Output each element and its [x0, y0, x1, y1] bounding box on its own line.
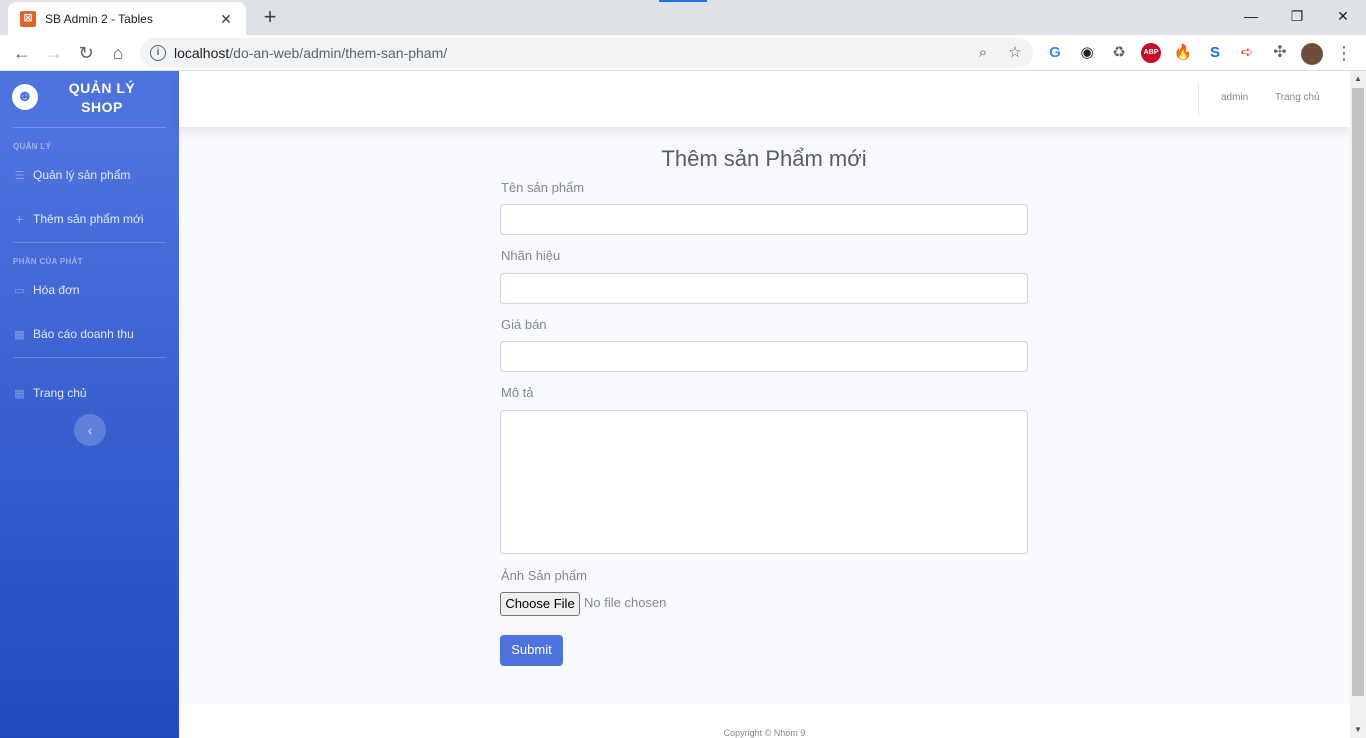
profile-avatar[interactable] [1298, 39, 1326, 67]
sidebar-item-add-product[interactable]: + Thêm sản phẩm mới [0, 204, 179, 234]
price-input[interactable] [500, 341, 1028, 372]
topbar-user-link[interactable]: admin [1221, 92, 1248, 103]
topbar-home-link[interactable]: Trang chủ [1275, 92, 1320, 103]
sidebar-item-home[interactable]: ▦ Trang chủ [0, 378, 179, 408]
xampp-favicon-icon: ⊠ [20, 10, 36, 27]
sidebar-heading-phat: PHẦN CỦA PHÁT [13, 257, 83, 266]
sidebar-item-label: Trang chủ [33, 386, 87, 400]
list-icon: ☰ [14, 169, 25, 182]
topbar: admin Trang chủ [179, 71, 1350, 127]
tab-title: SB Admin 2 - Tables [45, 11, 153, 26]
product-name-label: Tên sản phẩm [501, 180, 585, 195]
copyright-text: Copyright © Nhóm 9 [723, 728, 806, 738]
recycle-ext-icon[interactable]: ♻ [1109, 43, 1129, 63]
table-icon: ▦ [14, 328, 25, 341]
scrollbar-thumb[interactable] [1352, 88, 1364, 696]
page-title: Thêm sản Phẩm mới [661, 146, 867, 171]
home-icon[interactable]: ⌂ [104, 39, 132, 67]
back-icon[interactable]: ← [8, 39, 36, 67]
window-close-icon[interactable]: ✕ [1320, 3, 1366, 29]
page-content: ☻ QUẢN LÝ SHOP QUẢN LÝ ☰ Quản lý sản phẩ… [0, 71, 1350, 738]
arrow-ext-icon[interactable]: ➪ [1237, 43, 1257, 63]
url-host: localhost [174, 45, 230, 61]
restore-icon[interactable]: ❐ [1274, 3, 1320, 29]
table-icon: ▦ [14, 387, 25, 400]
eye-off-ext-icon[interactable]: ◉ [1077, 43, 1097, 63]
topbar-divider [1198, 83, 1199, 115]
s-ext-icon[interactable]: S [1205, 43, 1225, 63]
translate-ext-icon[interactable]: G [1045, 43, 1065, 63]
description-label: Mô tả [501, 385, 534, 400]
address-bar[interactable]: i localhost/do-an-web/admin/them-san-pha… [140, 38, 1033, 68]
forward-icon[interactable]: → [40, 39, 68, 67]
sidebar-divider [13, 127, 166, 128]
plus-icon: + [15, 211, 24, 227]
product-image-label: Ảnh Sản phẩm [501, 568, 588, 583]
sidebar-item-label: Hóa đơn [33, 283, 80, 297]
sidebar-item-products[interactable]: ☰ Quản lý sản phẩm [0, 160, 179, 190]
product-name-input[interactable] [500, 204, 1028, 235]
laugh-wink-icon: ☻ [9, 81, 41, 113]
extensions-puzzle-icon[interactable]: ✣ [1266, 39, 1294, 67]
description-textarea[interactable] [500, 410, 1028, 554]
brand-label: Nhãn hiệu [501, 248, 561, 263]
minimize-icon[interactable]: — [1228, 3, 1274, 29]
sidebar-heading-manage: QUẢN LÝ [13, 142, 52, 151]
money-bill-icon: ▭ [14, 284, 25, 297]
scroll-up-icon[interactable]: ▲ [1350, 71, 1366, 87]
sidebar-item-label: Quản lý sản phẩm [33, 168, 131, 182]
brand-input[interactable] [500, 273, 1028, 304]
sidebar-item-invoices[interactable]: ▭ Hóa đơn [0, 275, 179, 305]
site-info-icon[interactable]: i [150, 45, 166, 61]
sidebar-divider [13, 242, 166, 243]
chevron-left-icon: ‹ [87, 422, 93, 438]
submit-button[interactable]: Submit [500, 635, 563, 666]
new-tab-icon[interactable]: + [258, 5, 282, 29]
file-status-text: No file chosen [584, 595, 667, 610]
chrome-menu-icon[interactable]: ⋮ [1330, 39, 1358, 67]
zoom-icon[interactable]: ⌕ [973, 43, 993, 63]
scroll-down-icon[interactable]: ▼ [1350, 722, 1366, 738]
url-path: /do-an-web/admin/them-san-pham/ [229, 45, 448, 61]
fire-ext-icon[interactable]: 🔥 [1173, 43, 1193, 63]
tab-close-icon[interactable]: ✕ [218, 11, 234, 27]
reload-icon[interactable]: ↻ [72, 39, 100, 67]
sidebar-toggle-button[interactable]: ‹ [74, 414, 106, 446]
sidebar-item-label: Báo cáo doanh thu [33, 327, 134, 341]
sidebar-divider [13, 357, 166, 358]
browser-toolbar: ← → ↻ ⌂ i localhost/do-an-web/admin/them… [0, 35, 1366, 71]
price-label: Giá bán [501, 317, 547, 332]
sidebar-item-label: Thêm sản phẩm mới [33, 212, 144, 226]
sidebar: ☻ QUẢN LÝ SHOP QUẢN LÝ ☰ Quản lý sản phẩ… [0, 71, 179, 738]
tab-drag-indicator [659, 0, 707, 2]
browser-tabstrip: ⊠ SB Admin 2 - Tables ✕ + — ❐ ✕ [0, 0, 1366, 35]
browser-tab[interactable]: ⊠ SB Admin 2 - Tables ✕ [8, 2, 246, 35]
choose-file-button[interactable]: Choose File [500, 592, 580, 616]
sidebar-item-revenue-report[interactable]: ▦ Báo cáo doanh thu [0, 319, 179, 349]
page-scrollbar[interactable]: ▲ ▼ [1350, 71, 1366, 738]
footer: Copyright © Nhóm 9 [179, 704, 1350, 738]
url-text[interactable]: localhost/do-an-web/admin/them-san-pham/ [174, 45, 447, 61]
adblock-ext-icon[interactable]: ABP [1141, 43, 1161, 63]
brand-text: QUẢN LÝ SHOP [68, 80, 136, 115]
sidebar-brand[interactable]: ☻ QUẢN LÝ SHOP [0, 71, 179, 127]
bookmark-star-icon[interactable]: ☆ [1005, 43, 1025, 63]
